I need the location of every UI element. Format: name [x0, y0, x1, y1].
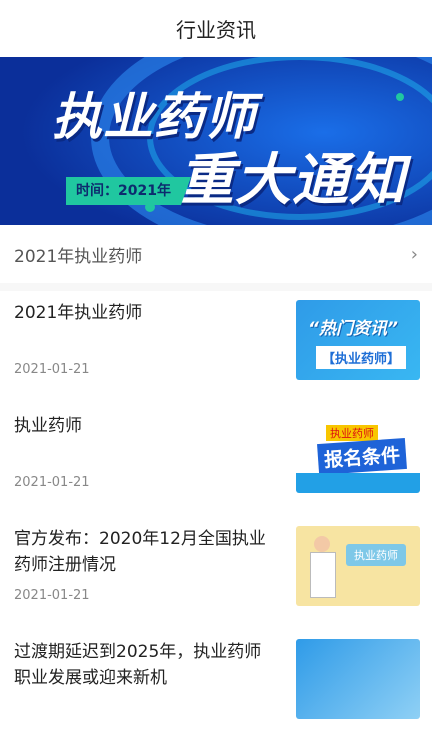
article-item-3[interactable]: 官方发布：2020年12月全国执业药师注册情况 2021-01-21 执业药师 [0, 526, 432, 638]
page-title: 行业资讯 [176, 18, 256, 42]
banner[interactable]: 执业药师 重大通知 时间：2021年 [0, 57, 432, 225]
article-date: 2021-01-21 [14, 362, 90, 377]
banner-title-line2: 重大通知 [178, 148, 406, 213]
article-item-4[interactable]: 过渡期延迟到2025年，执业药师职业发展或迎来新机 [0, 639, 432, 751]
thumb-text: “热门资讯” [308, 319, 398, 339]
article-thumbnail: “热门资讯” 【执业药师】 [296, 300, 420, 380]
article-date: 2021-01-21 [14, 588, 90, 603]
thumb-decoration [296, 473, 420, 493]
article-thumbnail: 执业药师 [296, 526, 420, 606]
pharmacist-illustration [308, 536, 336, 600]
article-item-1[interactable]: 2021年执业药师 2021-01-21 “热门资讯” 【执业药师】 [0, 300, 432, 412]
divider [0, 283, 432, 291]
thumb-text: 执业药师 [346, 544, 406, 566]
chevron-right-icon: › [410, 243, 418, 265]
article-title: 执业药师 [14, 416, 82, 436]
article-thumbnail: 执业药师 报名条件 [296, 413, 420, 493]
illustration-body [310, 552, 336, 598]
category-label: 2021年执业药师 [14, 246, 143, 267]
thumb-text: 【执业药师】 [316, 346, 407, 369]
article-date: 2021-01-21 [14, 475, 90, 490]
article-title: 官方发布：2020年12月全国执业药师注册情况 [14, 529, 266, 575]
article-thumbnail [296, 639, 420, 719]
page-header: 行业资讯 [0, 0, 432, 57]
thumb-text: 执业药师 [326, 425, 378, 441]
illustration-head [314, 536, 330, 552]
category-row[interactable]: 2021年执业药师 › [0, 225, 432, 283]
banner-time-label: 时间：2021年 [66, 177, 191, 205]
article-title: 2021年执业药师 [14, 303, 143, 323]
article-title: 过渡期延迟到2025年，执业药师职业发展或迎来新机 [14, 642, 262, 688]
article-item-2[interactable]: 执业药师 2021-01-21 执业药师 报名条件 [0, 413, 432, 525]
thumb-text: 报名条件 [317, 437, 407, 476]
